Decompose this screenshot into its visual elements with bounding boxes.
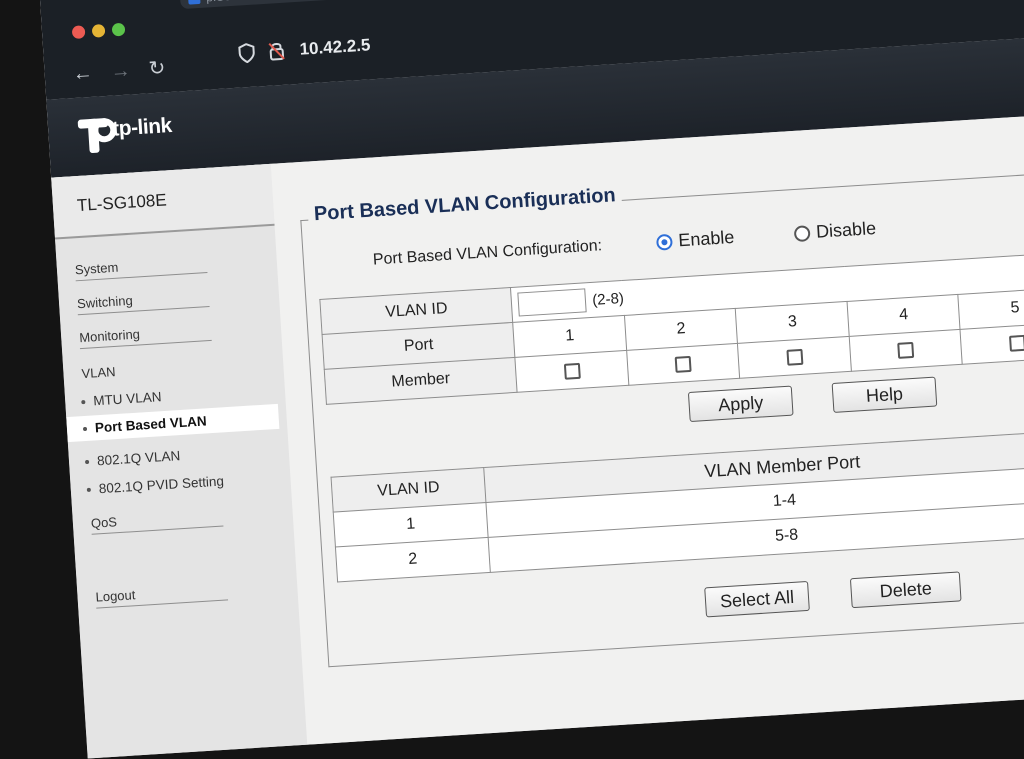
lock-icon[interactable] <box>267 41 286 62</box>
bullet-icon <box>85 460 90 465</box>
sidebar-item-monitoring[interactable]: Monitoring <box>78 321 212 350</box>
bullet-icon <box>81 400 86 405</box>
enable-radio[interactable] <box>655 233 673 251</box>
sidebar-item-mtu-vlan[interactable]: MTU VLAN <box>81 389 162 409</box>
member-checkbox-port-2[interactable] <box>674 355 692 373</box>
tplink-logo-text: tp-link <box>111 114 173 141</box>
sidebar: TL-SG108E System Switching Monitoring VL… <box>51 163 309 759</box>
browser-tab[interactable]: pfSense <box>179 0 441 10</box>
disable-label: Disable <box>815 217 877 242</box>
sidebar-item-vlan[interactable]: VLAN <box>81 364 116 381</box>
minimize-window-icon[interactable] <box>91 23 106 38</box>
member-cell <box>960 322 1024 365</box>
sidebar-item-system[interactable]: System <box>74 254 208 282</box>
model-name: TL-SG108E <box>76 190 168 216</box>
vlan-id-input[interactable] <box>517 288 588 317</box>
member-cell <box>515 350 629 393</box>
member-cell <box>849 329 963 372</box>
member-cell <box>626 343 741 386</box>
sidebar-item-label: 802.1Q PVID Setting <box>98 473 225 497</box>
port-number: 5 <box>958 287 1024 330</box>
member-checkbox-port-3[interactable] <box>786 348 804 366</box>
member-checkbox-port-5[interactable] <box>1008 334 1024 352</box>
sidebar-item-label: 802.1Q VLAN <box>96 448 181 469</box>
sidebar-item-label: MTU VLAN <box>92 389 162 409</box>
member-checkbox-port-4[interactable] <box>897 341 915 359</box>
main-content: Port Based VLAN Configuration Port Based… <box>270 114 1024 759</box>
tab-label: pfSense <box>206 0 251 5</box>
vlan-id-range: (2-8) <box>591 289 625 309</box>
maximize-window-icon[interactable] <box>111 22 126 37</box>
reload-icon[interactable]: ↻ <box>148 57 166 80</box>
enable-label: Enable <box>677 226 735 251</box>
sidebar-item-port-based-vlan[interactable]: Port Based VLAN <box>66 403 280 443</box>
sidebar-item-8021q-pvid[interactable]: 802.1Q PVID Setting <box>86 473 224 497</box>
sidebar-item-label: Port Based VLAN <box>94 413 208 436</box>
screen: pfSense ← → ↻ 10.42.2.5 tp-link TL-SG108… <box>40 0 1024 759</box>
sidebar-item-switching[interactable]: Switching <box>76 287 210 316</box>
member-checkbox-port-1[interactable] <box>563 362 581 380</box>
model-box: TL-SG108E <box>51 163 275 240</box>
disable-radio[interactable] <box>793 224 811 242</box>
forward-arrow-icon[interactable]: → <box>110 59 131 82</box>
sidebar-item-qos[interactable]: QoS <box>90 507 224 535</box>
back-arrow-icon[interactable]: ← <box>72 62 93 85</box>
close-window-icon[interactable] <box>71 25 86 40</box>
sidebar-item-8021q-vlan[interactable]: 802.1Q VLAN <box>85 448 181 469</box>
bullet-icon <box>82 427 88 432</box>
bullet-icon <box>86 488 92 493</box>
logout-link[interactable]: Logout <box>95 581 229 609</box>
address-bar-url[interactable]: 10.42.2.5 <box>299 35 371 59</box>
shield-icon[interactable] <box>237 43 256 64</box>
tab-favicon-icon <box>187 0 201 5</box>
member-cell <box>737 336 852 379</box>
